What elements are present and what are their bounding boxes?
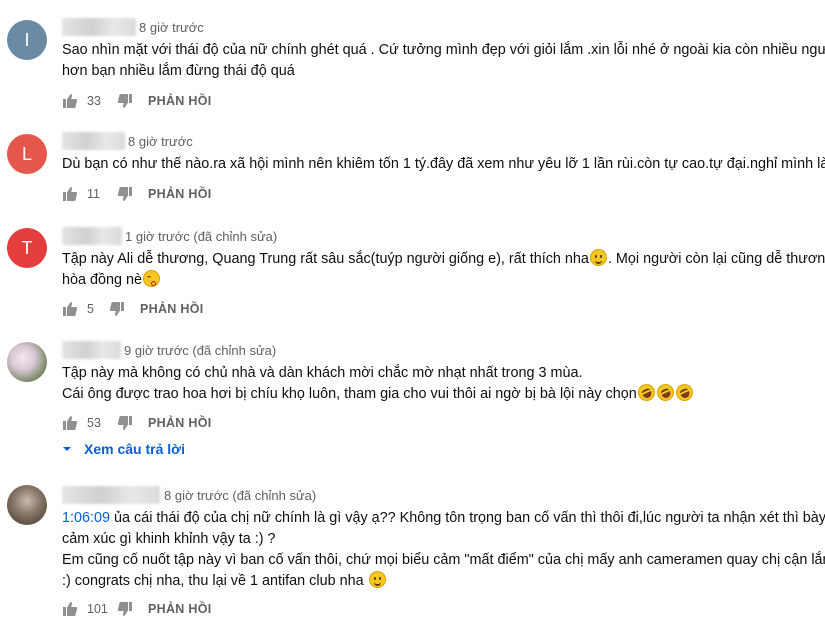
like-icon[interactable] (62, 186, 78, 202)
comment-actions: 11 PHẢN HỒI (62, 184, 212, 204)
avatar[interactable] (7, 342, 47, 382)
dislike-icon[interactable] (117, 186, 133, 202)
reply-button[interactable]: PHẢN HỒI (140, 302, 204, 316)
avatar-initial: L (21, 143, 32, 164)
author-name-blurred[interactable] (62, 486, 160, 504)
dislike-icon[interactable] (117, 415, 133, 431)
avatar[interactable]: L (7, 134, 47, 174)
comment-line: cảm xúc gì khinh khỉnh vậy ta :) ? (62, 531, 276, 547)
dislike-icon[interactable] (109, 301, 125, 317)
like-count: 53 (87, 416, 101, 430)
comment-line-part: hòa đồng nè (62, 272, 143, 288)
reply-button[interactable]: PHẢN HỒI (148, 602, 212, 616)
avatar[interactable]: T (7, 228, 47, 268)
rofl-emoji-icon (653, 381, 677, 404)
show-replies-label: Xem câu trả lời (84, 441, 185, 457)
avatar-initial: T (21, 237, 33, 258)
reply-button[interactable]: PHẢN HỒI (148, 187, 212, 201)
like-count: 5 (87, 302, 94, 316)
smile-emoji-icon (589, 249, 607, 266)
chevron-down-icon (63, 447, 71, 451)
like-icon[interactable] (62, 301, 78, 317)
comment-actions: 53 PHẢN HỒI (62, 413, 212, 433)
show-replies-button[interactable]: Xem câu trả lời (62, 441, 185, 457)
reply-button[interactable]: PHẢN HỒI (148, 94, 212, 108)
comment-time[interactable]: 8 giờ trước (139, 20, 204, 35)
rofl-emoji-icon (634, 381, 658, 404)
comment-line-part: ủa cái thái độ của chị nữ chính là gì vậ… (110, 510, 825, 526)
like-count: 101 (87, 602, 108, 616)
author-name-blurred[interactable] (62, 227, 122, 245)
comment-line: Dù bạn có như thế nào.ra xã hội mình nên… (62, 156, 825, 172)
comment-line: Tập này Ali dễ thương, Quang Trung rất s… (62, 249, 825, 270)
comment-text: Tập này mà không có chủ nhà và dàn khách… (62, 363, 696, 405)
like-icon[interactable] (62, 601, 78, 617)
like-count: 11 (87, 187, 100, 201)
avatar-initial: I (24, 29, 30, 50)
comment-actions: 33 PHẢN HỒI (62, 91, 212, 111)
comment-line: Em cũng cố nuốt tập này vì ban cố vấn th… (62, 552, 825, 568)
comment-line: Tập này mà không có chủ nhà và dàn khách… (62, 365, 583, 381)
dislike-icon[interactable] (117, 601, 133, 617)
comment-line-part: . Mọi người còn lại cũng dễ thương, (607, 251, 825, 267)
comment-line: 1:06:09 ủa cái thái độ của chị nữ chính … (62, 508, 825, 529)
comment-line-part: Cái ông được trao hoa hơi bị chíu khọ lu… (62, 386, 637, 402)
like-icon[interactable] (62, 415, 78, 431)
smile-emoji-icon (368, 571, 386, 588)
comment-line: hòa đồng nè (62, 270, 825, 291)
author-name-blurred[interactable] (62, 18, 136, 36)
avatar[interactable]: I (7, 20, 47, 60)
rofl-emoji-icon (672, 381, 696, 404)
comment-line: Cái ông được trao hoa hơi bị chíu khọ lu… (62, 381, 696, 405)
comment-text: Sao nhìn mặt với thái độ của nữ chính gh… (62, 40, 825, 82)
like-icon[interactable] (62, 93, 78, 109)
kissing-emoji-icon (143, 270, 161, 287)
comment-time[interactable]: 8 giờ trước (128, 134, 193, 149)
comment-actions: 5 PHẢN HỒI (62, 299, 204, 319)
comment-time[interactable]: 8 giờ trước (đã chỉnh sửa) (164, 488, 316, 503)
avatar[interactable] (7, 485, 47, 525)
comment-line-part: :) congrats chị nha, thu lại về 1 antifa… (62, 573, 368, 589)
video-timestamp-link[interactable]: 1:06:09 (62, 510, 110, 526)
dislike-icon[interactable] (117, 93, 133, 109)
comment-line: :) congrats chị nha, thu lại về 1 antifa… (62, 571, 825, 592)
author-name-blurred[interactable] (62, 132, 125, 150)
reply-button[interactable]: PHẢN HỒI (148, 416, 212, 430)
comment-line-part: Tập này Ali dễ thương, Quang Trung rất s… (62, 251, 589, 267)
comment-text: 1:06:09 ủa cái thái độ của chị nữ chính … (62, 508, 825, 592)
comment-actions: 101 PHẢN HỒI (62, 599, 212, 619)
comment-line: hơn bạn nhiều lắm đừng thái độ quá (62, 63, 295, 79)
comment-text: Tập này Ali dễ thương, Quang Trung rất s… (62, 249, 825, 291)
comment-line: Sao nhìn mặt với thái độ của nữ chính gh… (62, 42, 825, 58)
comment-time[interactable]: 9 giờ trước (đã chỉnh sửa) (124, 343, 276, 358)
comment-text: Dù bạn có như thế nào.ra xã hội mình nên… (62, 154, 825, 175)
comment-time[interactable]: 1 giờ trước (đã chỉnh sửa) (125, 229, 277, 244)
like-count: 33 (87, 94, 101, 108)
author-name-blurred[interactable] (62, 341, 121, 359)
